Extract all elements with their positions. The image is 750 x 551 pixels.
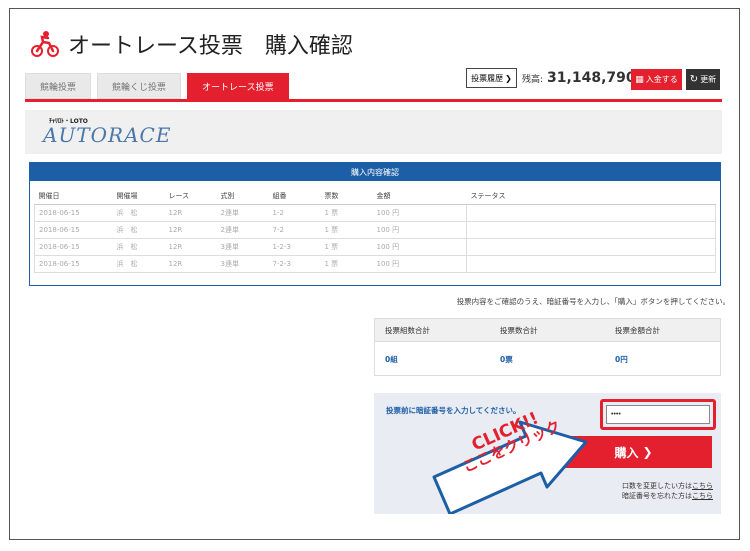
cell-count: 1 票 bbox=[320, 204, 373, 222]
tab-bar: 競輪投票 競輪くじ投票 オートレース投票 bbox=[25, 73, 289, 99]
balance-amount: 31,148,790 bbox=[547, 70, 636, 86]
cell-type: 3連単 bbox=[216, 238, 269, 256]
cell-combo: 1-2-3 bbox=[268, 238, 321, 256]
cell-status bbox=[466, 204, 716, 222]
table-header-row: 開催日 開催場 レース 式別 組番 票数 金額 ステータス bbox=[34, 187, 716, 205]
history-button[interactable]: 投票履歴 ❯ bbox=[466, 68, 517, 88]
deposit-label: 入金する bbox=[645, 75, 678, 84]
tab-underline bbox=[25, 99, 722, 102]
cell-status bbox=[466, 221, 716, 239]
summary-header: 投票金額合計 bbox=[615, 325, 660, 335]
cell-date: 2018-06-15 bbox=[34, 221, 113, 239]
logo-strip: ﾁｬﾘﾛﾄ・LOTO AUTORACE bbox=[25, 110, 722, 154]
autorace-logo: ﾁｬﾘﾛﾄ・LOTO AUTORACE bbox=[43, 116, 170, 150]
cell-amount: 100 円 bbox=[372, 221, 467, 239]
refresh-icon: ↻ bbox=[689, 74, 699, 85]
change-prefix: 口数を変更したい方は bbox=[622, 482, 692, 490]
table-row: 2018-06-15 浜 松 12R 2連単 1-2 1 票 100 円 bbox=[34, 204, 716, 222]
forgot-pin-link[interactable]: こちら bbox=[692, 492, 713, 500]
bet-table: 開催日 開催場 レース 式別 組番 票数 金額 ステータス 2018-06-15… bbox=[34, 187, 716, 273]
cell-race: 12R bbox=[164, 255, 217, 273]
cell-venue: 浜 松 bbox=[112, 204, 165, 222]
table-row: 2018-06-15 浜 松 12R 3連単 1-2-3 1 票 100 円 bbox=[34, 238, 716, 256]
logo-big-text: AUTORACE bbox=[43, 123, 172, 147]
update-button[interactable]: ↻ 更新 bbox=[686, 69, 720, 90]
cell-type: 2連単 bbox=[216, 204, 269, 222]
cell-amount: 100 円 bbox=[372, 204, 467, 222]
summary-value-votes: 0票 bbox=[500, 355, 513, 364]
cell-race: 12R bbox=[164, 204, 217, 222]
col-header: 開催場 bbox=[112, 187, 165, 205]
col-header: 金額 bbox=[372, 187, 467, 205]
forgot-prefix: 暗証番号を忘れた方は bbox=[622, 492, 692, 500]
cell-amount: 100 円 bbox=[372, 238, 467, 256]
cell-count: 1 票 bbox=[320, 238, 373, 256]
change-quantity-link[interactable]: こちら bbox=[692, 482, 713, 490]
summary-value-sets: 0組 bbox=[385, 355, 398, 364]
cell-venue: 浜 松 bbox=[112, 238, 165, 256]
cell-type: 2連単 bbox=[216, 221, 269, 239]
cell-status bbox=[466, 255, 716, 273]
cell-amount: 100 円 bbox=[372, 255, 467, 273]
cell-combo: 7-2 bbox=[268, 221, 321, 239]
cell-date: 2018-06-15 bbox=[34, 238, 113, 256]
summary-header: 投票組数合計 bbox=[385, 325, 430, 335]
update-label: 更新 bbox=[700, 75, 717, 84]
col-header: 組番 bbox=[268, 187, 321, 205]
deposit-button[interactable]: ▦ 入金する bbox=[631, 69, 682, 90]
summary-table: 投票組数合計 投票数合計 投票金額合計 0組 0票 0円 bbox=[374, 318, 721, 376]
summary-values-row: 0組 0票 0円 bbox=[375, 342, 720, 377]
page-title-area: オートレース投票 購入確認 bbox=[30, 28, 353, 60]
cell-combo: 1-2 bbox=[268, 204, 321, 222]
col-header: 式別 bbox=[216, 187, 269, 205]
balance-display: 残高: 31,148,790 円 bbox=[522, 70, 649, 86]
pin-input[interactable] bbox=[606, 405, 710, 424]
tab-autorace[interactable]: オートレース投票 bbox=[187, 73, 289, 99]
summary-header-row: 投票組数合計 投票数合計 投票金額合計 bbox=[375, 319, 720, 342]
tab-keirin-kuji[interactable]: 競輪くじ投票 bbox=[97, 73, 182, 99]
instruction-note: 投票内容をご確認のうえ、暗証番号を入力し、「購入」ボタンを押してください。 bbox=[456, 297, 730, 306]
panel-title: 購入内容確認 bbox=[30, 163, 720, 181]
buy-label: 購入 bbox=[614, 445, 639, 460]
help-links: 口数を変更したい方はこちら 暗証番号を忘れた方はこちら bbox=[622, 481, 713, 501]
summary-value-amount: 0円 bbox=[615, 355, 628, 364]
cell-combo: 7-2-3 bbox=[268, 255, 321, 273]
col-header: 開催日 bbox=[34, 187, 113, 205]
chevron-right-icon: ❯ bbox=[642, 445, 653, 459]
table-row: 2018-06-15 浜 松 12R 3連単 7-2-3 1 票 100 円 bbox=[34, 255, 716, 273]
cell-count: 1 票 bbox=[320, 221, 373, 239]
cell-race: 12R bbox=[164, 238, 217, 256]
history-label: 投票履歴 bbox=[471, 73, 504, 83]
balance-label: 残高: bbox=[522, 75, 544, 85]
cell-venue: 浜 松 bbox=[112, 255, 165, 273]
col-header: レース bbox=[164, 187, 217, 205]
cell-venue: 浜 松 bbox=[112, 221, 165, 239]
chevron-right-icon: ❯ bbox=[505, 73, 512, 83]
cell-type: 3連単 bbox=[216, 255, 269, 273]
confirm-panel: 購入内容確認 開催日 開催場 レース 式別 組番 票数 金額 ステータス 201… bbox=[29, 162, 721, 286]
forgot-pin-line: 暗証番号を忘れた方はこちら bbox=[622, 491, 713, 501]
change-quantity-line: 口数を変更したい方はこちら bbox=[622, 481, 713, 491]
cell-date: 2018-06-15 bbox=[34, 204, 113, 222]
tab-keirin[interactable]: 競輪投票 bbox=[25, 73, 92, 99]
col-header: 票数 bbox=[320, 187, 373, 205]
col-header: ステータス bbox=[466, 187, 716, 205]
motorcycle-icon bbox=[31, 31, 59, 57]
cell-status bbox=[466, 238, 716, 256]
cell-date: 2018-06-15 bbox=[34, 255, 113, 273]
summary-header: 投票数合計 bbox=[500, 325, 538, 335]
cell-count: 1 票 bbox=[320, 255, 373, 273]
yen-notes-icon: ▦ bbox=[635, 74, 644, 85]
cell-race: 12R bbox=[164, 221, 217, 239]
page-title: オートレース投票 購入確認 bbox=[68, 34, 353, 59]
table-row: 2018-06-15 浜 松 12R 2連単 7-2 1 票 100 円 bbox=[34, 221, 716, 239]
